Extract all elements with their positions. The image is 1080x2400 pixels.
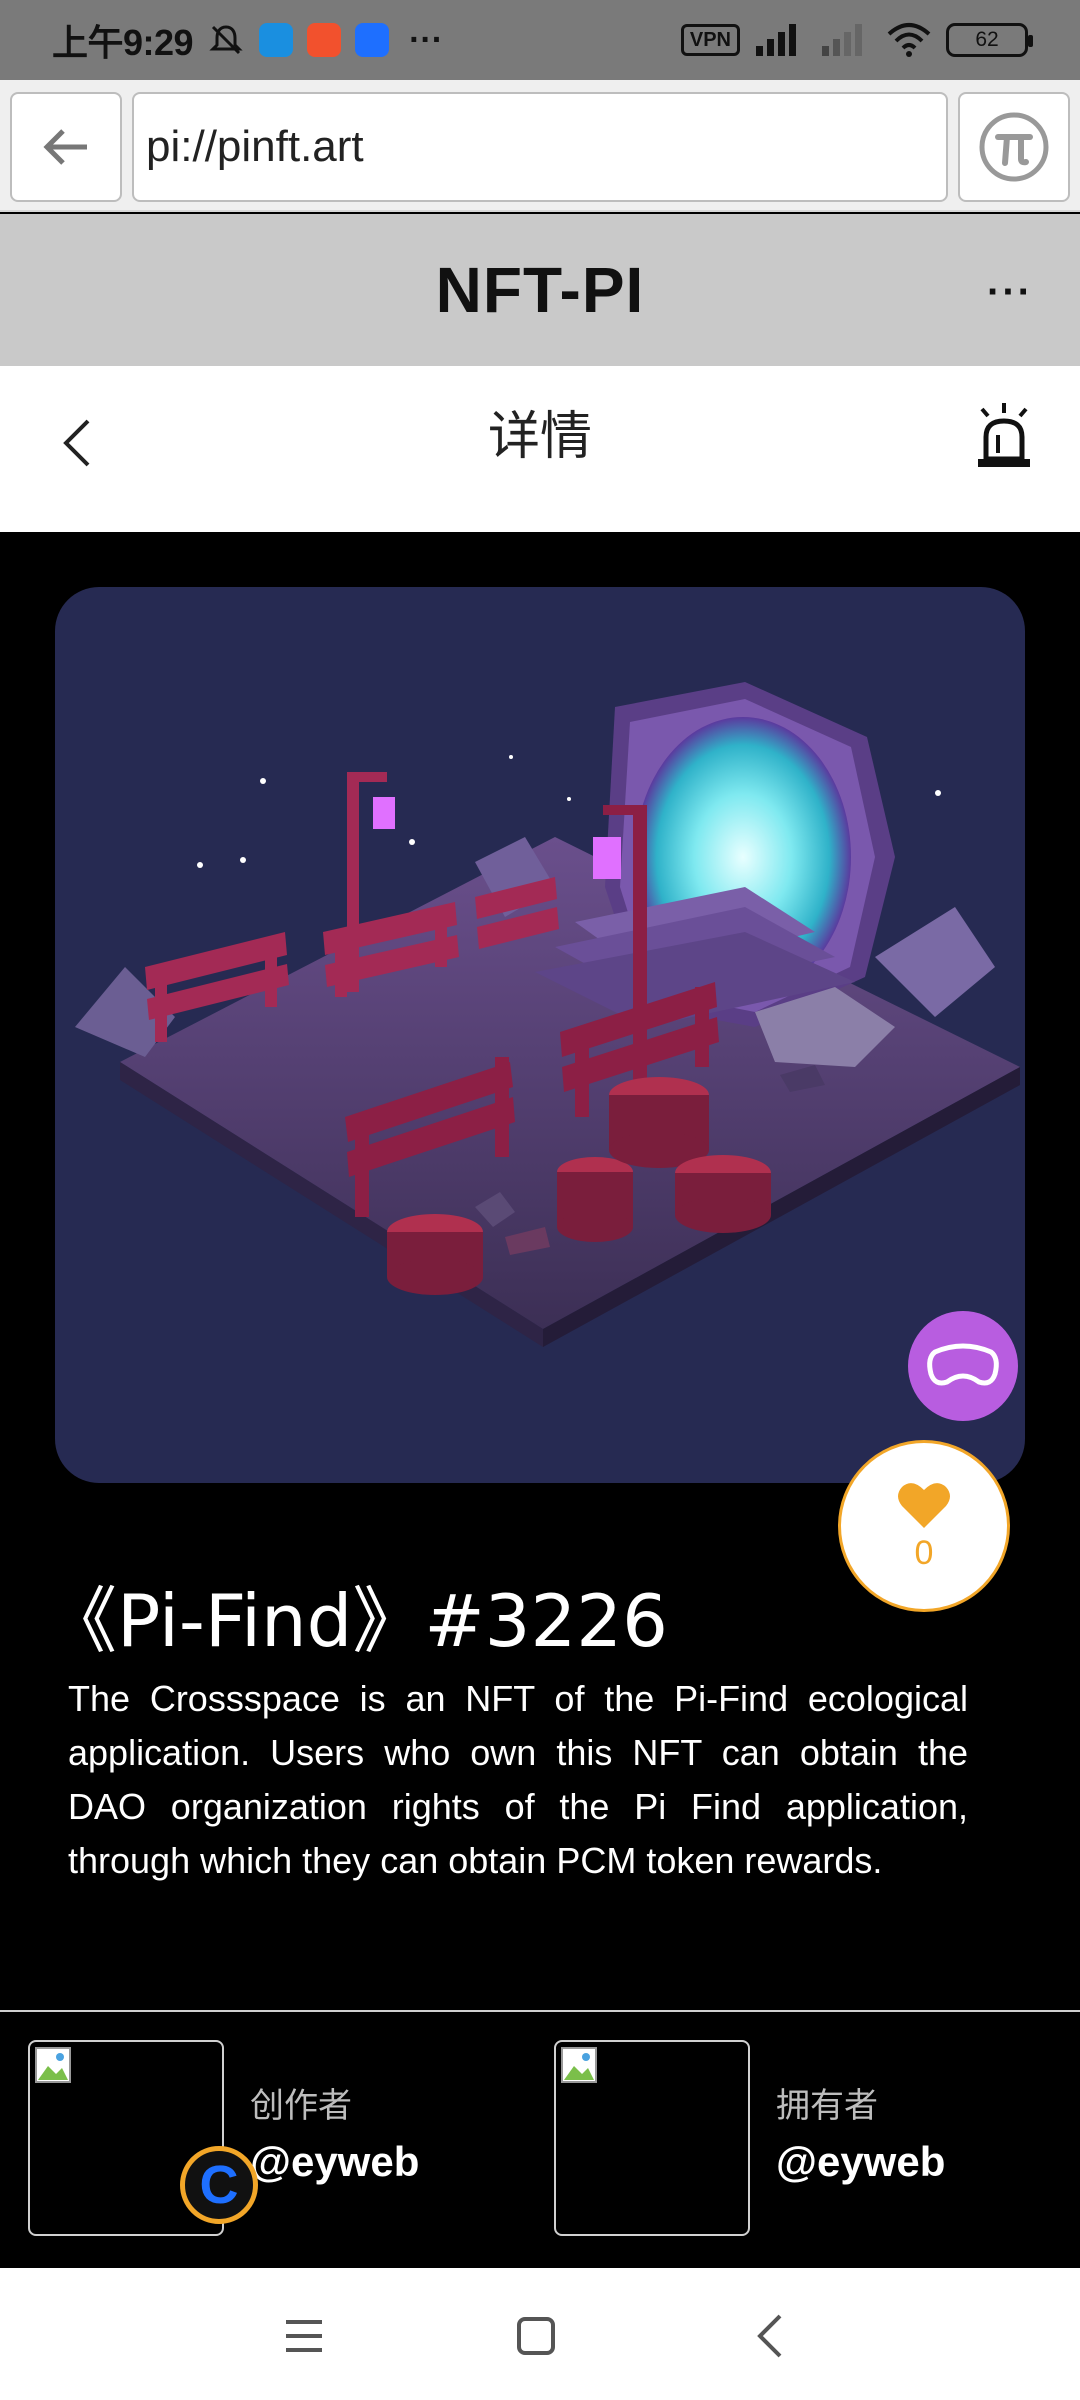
system-back-button[interactable]	[738, 2304, 802, 2368]
like-count: 0	[914, 1533, 934, 1572]
broken-image-icon	[561, 2047, 597, 2083]
owner-name[interactable]: @eyweb	[776, 2138, 945, 2186]
more-notifications-icon: ···	[409, 20, 444, 59]
ownership-section: 创作者 @eyweb 拥有者 @eyweb	[0, 2012, 1080, 2268]
app-icon-red	[307, 23, 342, 57]
menu-lines-icon	[286, 2320, 322, 2352]
recent-apps-button[interactable]	[272, 2304, 336, 2368]
app-icon-blue	[259, 23, 294, 57]
wifi-icon	[887, 23, 931, 57]
owner-avatar	[554, 2040, 750, 2236]
cell-signal-2-icon	[822, 24, 862, 56]
mute-bell-icon	[209, 25, 243, 55]
nft-description: The Crossspace is an NFT of the Pi-Find …	[68, 1678, 968, 1881]
browser-back-button[interactable]	[10, 92, 122, 202]
portal-scene-illustration	[75, 682, 1020, 1347]
nft-artwork-image[interactable]	[55, 587, 1025, 1483]
square-home-icon	[517, 2317, 555, 2355]
cell-signal-icon	[756, 24, 796, 56]
vr-view-button[interactable]	[908, 1311, 1018, 1421]
app-title: NFT-PI	[435, 254, 645, 326]
creator-label: 创作者	[250, 2086, 352, 2126]
more-menu-button[interactable]: ···	[980, 262, 1040, 322]
broken-image-icon	[35, 2047, 71, 2083]
creator-card[interactable]: 创作者 @eyweb	[28, 2040, 508, 2236]
system-navigation-bar	[0, 2268, 1080, 2400]
page-title: 详情	[487, 407, 592, 467]
owner-label: 拥有者	[776, 2086, 878, 2126]
owner-card[interactable]: 拥有者 @eyweb	[554, 2040, 1034, 2236]
status-notification-icons: ···	[207, 21, 443, 60]
nft-title: 《Pi-Find》#3226	[45, 1579, 668, 1663]
alarm-light-icon	[978, 403, 1030, 467]
vpn-icon: VPN	[680, 24, 740, 56]
url-text: pi://pinft.art	[146, 122, 364, 171]
pi-logo-icon	[979, 112, 1049, 182]
detail-nav-bar: 详情	[0, 366, 1080, 532]
like-button[interactable]: 0	[838, 1440, 1010, 1612]
more-dots-icon: ···	[987, 269, 1033, 314]
browser-toolbar: pi://pinft.art	[0, 80, 1080, 212]
status-time: 上午9:29	[52, 22, 194, 63]
url-field[interactable]: pi://pinft.art	[132, 92, 948, 202]
home-button[interactable]	[504, 2304, 568, 2368]
vr-headset-icon	[927, 1343, 999, 1386]
status-bar: 上午9:29 ··· VPN 62	[0, 0, 1080, 80]
app-header: NFT-PI ···	[0, 214, 1080, 366]
battery-icon: 62	[946, 23, 1033, 57]
arrow-left-icon	[43, 129, 87, 165]
creator-name[interactable]: @eyweb	[250, 2138, 419, 2186]
nft-detail-content: 0 《Pi-Find》#3226 The Crossspace is an NF…	[0, 532, 1080, 2012]
floating-assistant-button[interactable]: C	[180, 2146, 258, 2224]
heart-icon	[898, 1482, 950, 1528]
status-right-icons: VPN 62	[680, 22, 1033, 58]
back-triangle-icon	[757, 2314, 782, 2358]
report-button[interactable]	[964, 390, 1044, 480]
app-icon-flag	[355, 23, 390, 57]
pi-browser-button[interactable]	[958, 92, 1070, 202]
